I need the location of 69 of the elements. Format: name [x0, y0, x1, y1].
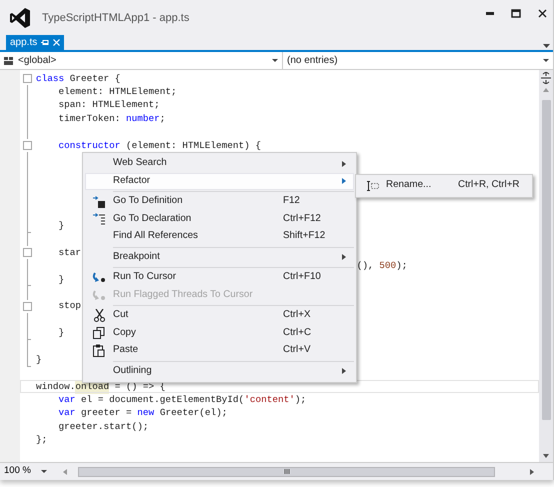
code-line: } — [58, 218, 64, 233]
caret-icon — [40, 470, 47, 473]
code-line: stop — [58, 299, 82, 314]
code-line: class Greeter { — [36, 72, 120, 86]
run-to-cursor-icon — [92, 272, 106, 284]
code-line: var greeter = new Greeter(el); — [58, 406, 228, 420]
menu-item[interactable]: Web Search — [85, 155, 354, 172]
menu-item[interactable]: Breakpoint — [85, 248, 354, 266]
dropdown-icon[interactable] — [543, 44, 550, 48]
code-line: greeter.start(); — [58, 420, 149, 434]
menu-item[interactable]: Find All References Shift+F12 — [85, 228, 354, 246]
up-arrow-icon — [543, 88, 549, 92]
menu-item[interactable]: Paste Ctrl+V — [85, 342, 354, 360]
submenu-arrow-icon — [342, 254, 346, 260]
run-to-cursor-icon — [92, 290, 106, 301]
fold-toggle[interactable] — [23, 248, 32, 258]
goto-definition-icon — [93, 196, 105, 208]
tab[interactable]: app.ts — [6, 35, 64, 50]
down-arrow-icon — [543, 454, 549, 458]
minimize-icon — [486, 12, 494, 14]
code-line: }; — [36, 433, 48, 448]
menu-item[interactable]: Run To Cursor Ctrl+F10 — [85, 269, 354, 286]
menu-item[interactable]: Go To Declaration Ctrl+F12 — [85, 210, 354, 228]
app-logo-icon — [9, 7, 31, 29]
scope-dropdown[interactable]: <global> — [0, 52, 283, 69]
close-icon[interactable] — [53, 39, 60, 46]
copy-icon — [93, 327, 105, 340]
left-arrow-icon — [63, 468, 67, 474]
caret-icon — [543, 59, 549, 62]
scissors-icon — [94, 309, 104, 322]
menu-item[interactable]: Copy Ctrl+C — [85, 324, 354, 342]
menu-item[interactable]: Outlining — [85, 362, 354, 380]
fold-toggle[interactable] — [23, 302, 32, 311]
menu-item[interactable]: Refactor — [85, 172, 354, 190]
scrollbar-thumb[interactable] — [78, 466, 495, 476]
code-line: constructor (element: HTMLElement) { — [58, 138, 262, 153]
fold-toggle[interactable] — [23, 140, 32, 150]
paste-icon — [93, 344, 105, 358]
rename-icon — [366, 180, 378, 191]
code-line: timerToken: number; — [58, 112, 166, 126]
menu-item[interactable]: Go To Definition F12 — [85, 193, 354, 210]
caret-icon — [272, 59, 278, 62]
zoom-dropdown[interactable]: 100 % — [0, 464, 58, 479]
submenu-arrow-icon — [342, 160, 346, 167]
submenu-arrow-icon — [342, 368, 346, 374]
right-arrow-icon — [530, 468, 534, 474]
members-dropdown[interactable]: (no entries) — [283, 52, 553, 69]
window-title: TypeScriptHTMLApp1 - app.ts — [42, 10, 190, 26]
fold-toggle[interactable] — [23, 74, 32, 83]
submenu-arrow-icon — [342, 178, 346, 184]
code-line: element: HTMLElement; — [58, 85, 177, 100]
close-icon — [538, 8, 546, 18]
members-text: (no entries) — [287, 54, 339, 68]
code-line: } — [58, 326, 64, 340]
code-line: } — [58, 272, 64, 286]
split-icon[interactable] — [541, 72, 551, 84]
code-line: star — [58, 246, 82, 260]
maximize-icon — [511, 8, 521, 18]
code-line: span: HTMLElement; — [58, 98, 160, 112]
code-line: } — [36, 352, 42, 367]
pin-icon[interactable] — [41, 39, 50, 46]
menu-item[interactable]: Rename... Ctrl+R, Ctrl+R — [358, 177, 530, 194]
scope-text: <global> — [18, 54, 58, 68]
scrollbar-thumb[interactable] — [542, 100, 550, 420]
goto-declaration-icon — [93, 213, 105, 226]
menu-item[interactable]: Cut Ctrl+X — [85, 307, 354, 324]
code-line: var el = document.getElementById('content'); — [58, 393, 306, 408]
code-line: (), 500); — [356, 259, 408, 274]
classes-icon — [4, 56, 13, 64]
